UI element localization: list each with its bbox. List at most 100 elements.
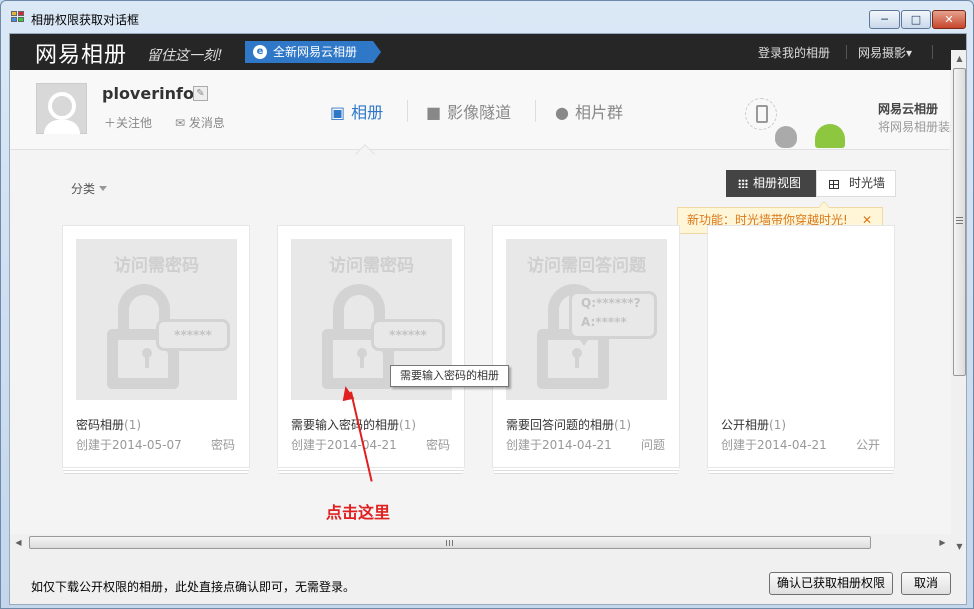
profile-bar: ploverinfo ✎ ＋关注他 ✉ 发消息 ▣ 相册 ■ 影像隧道 ● 相片群 网… xyxy=(10,70,962,150)
tab-label: 相册 xyxy=(351,103,384,122)
browser-content: 网易相册 留住这一刻! e 全新网易云相册 登录我的相册 网易摄影▾ plove… xyxy=(9,33,967,605)
dialog-window: 相册权限获取对话框 ─ □ ✕ 网易相册 留住这一刻! e 全新网易云相册 登录… xyxy=(0,0,974,609)
edit-icon[interactable]: ✎ xyxy=(193,86,208,101)
album-card[interactable]: 访问需密码 ****** 需要输入密码的相册(1) 创建于2014-04-21 … xyxy=(277,225,465,468)
album-cover-photo[interactable] xyxy=(721,239,882,400)
close-button[interactable]: ✕ xyxy=(932,10,966,29)
album-card[interactable]: 访问需回答问题 Q:******? A:***** 需要回答问题的相册(1) 创建… xyxy=(492,225,680,468)
cover-text: 访问需密码 xyxy=(329,256,414,276)
timeline-view-button[interactable]: 时光墙 xyxy=(816,170,896,197)
maximize-button[interactable]: □ xyxy=(901,10,931,29)
apple-icon xyxy=(775,126,797,148)
follow-button[interactable]: ＋关注他 xyxy=(104,114,152,131)
username[interactable]: ploverinfo xyxy=(102,84,194,103)
users-icon: ● xyxy=(555,103,569,122)
tab-divider xyxy=(407,100,408,122)
phone-icon xyxy=(745,98,777,130)
annotation-text: 点击这里 xyxy=(326,503,391,522)
album-name-text: 需要回答问题的相册 xyxy=(506,418,615,432)
message-button[interactable]: ✉ 发消息 xyxy=(175,114,225,131)
question-text: Q:******? xyxy=(581,296,641,310)
dialog-footer: 如仅下载公开权限的相册，此处直接点确认即可，无需登录。 确认已获取相册权限 取消 xyxy=(10,551,966,604)
horizontal-scroll-thumb[interactable] xyxy=(29,536,871,549)
cloud-album-title[interactable]: 网易云相册 xyxy=(878,100,938,117)
app-icon xyxy=(11,11,25,23)
site-slogan: 留住这一刻! xyxy=(147,48,223,64)
close-icon: ✕ xyxy=(944,13,954,26)
e-logo-icon: e xyxy=(253,45,267,59)
minimize-icon: ─ xyxy=(881,13,888,26)
album-view-label: 相册视图 xyxy=(753,176,802,190)
category-label: 分类 xyxy=(71,182,96,196)
envelope-icon: ✉ xyxy=(175,116,189,130)
avatar-body-icon xyxy=(44,120,80,134)
album-cover[interactable]: 访问需回答问题 Q:******? A:***** xyxy=(506,239,667,400)
album-card[interactable]: 公开相册(1) 创建于2014-04-21 公开 xyxy=(707,225,895,468)
album-date: 创建于2014-05-07 xyxy=(76,438,182,452)
album-date: 创建于2014-04-21 xyxy=(291,438,397,452)
footer-hint: 如仅下载公开权限的相册，此处直接点确认即可，无需登录。 xyxy=(31,580,356,594)
album-card[interactable]: 访问需密码 ****** 密码相册(1) 创建于2014-05-07 密码 xyxy=(62,225,250,468)
video-camera-icon: ■ xyxy=(426,103,442,122)
tab-label: 相片群 xyxy=(574,103,623,122)
album-type: 问题 xyxy=(640,438,665,452)
scroll-left-icon[interactable]: ◀ xyxy=(10,534,27,551)
album-type: 公开 xyxy=(855,438,880,452)
android-icon xyxy=(815,124,845,148)
tab-albums[interactable]: ▣ 相册 xyxy=(330,99,383,123)
album-name-text: 公开相册 xyxy=(721,418,770,432)
scroll-up-icon[interactable]: ▲ xyxy=(951,50,966,67)
password-bubble: ****** xyxy=(371,319,445,358)
image-icon: ▣ xyxy=(330,103,346,122)
avatar[interactable] xyxy=(36,83,87,134)
album-name[interactable]: 需要回答问题的相册(1) xyxy=(506,416,631,433)
answer-text: A:***** xyxy=(581,315,627,329)
album-cover[interactable]: 访问需密码 ****** xyxy=(76,239,237,400)
tooltip: 需要输入密码的相册 xyxy=(390,365,509,387)
album-count: (1) xyxy=(124,418,142,432)
cover-text: 访问需密码 xyxy=(114,256,199,276)
avatar-head-icon xyxy=(48,92,76,120)
calendar-icon xyxy=(829,180,839,189)
follow-label: 关注他 xyxy=(116,116,153,130)
scroll-right-icon[interactable]: ▶ xyxy=(934,534,951,551)
question-bubble: Q:******? A:***** xyxy=(569,291,657,346)
chevron-down-icon xyxy=(99,186,108,191)
vertical-scroll-thumb[interactable] xyxy=(953,68,966,376)
horizontal-scrollbar[interactable]: ◀ ▶ xyxy=(10,534,951,551)
new-cloud-album-label: 全新网易云相册 xyxy=(273,45,358,59)
album-count: (1) xyxy=(769,418,787,432)
tab-video-tunnel[interactable]: ■ 影像隧道 xyxy=(426,99,511,123)
header-divider xyxy=(932,45,933,59)
message-label: 发消息 xyxy=(188,116,225,130)
login-link[interactable]: 登录我的相册 xyxy=(758,44,830,61)
album-name-text: 需要输入密码的相册 xyxy=(291,418,400,432)
album-name[interactable]: 需要输入密码的相册(1) xyxy=(291,416,416,433)
album-name[interactable]: 密码相册(1) xyxy=(76,416,141,433)
album-name[interactable]: 公开相册(1) xyxy=(721,416,786,433)
new-cloud-album-button[interactable]: e 全新网易云相册 xyxy=(245,41,381,63)
album-date: 创建于2014-04-21 xyxy=(506,438,612,452)
tab-photo-group[interactable]: ● 相片群 xyxy=(555,99,623,123)
window-title: 相册权限获取对话框 xyxy=(31,13,140,27)
album-type: 密码 xyxy=(210,438,235,452)
cloud-album-subtitle: 将网易相册装进 xyxy=(878,120,963,134)
site-header: 网易相册 留住这一刻! e 全新网易云相册 登录我的相册 网易摄影▾ xyxy=(10,34,966,70)
album-view-button[interactable]: 相册视图 xyxy=(726,170,816,197)
timeline-view-label: 时光墙 xyxy=(849,176,886,190)
album-date: 创建于2014-04-21 xyxy=(721,438,827,452)
maximize-icon: □ xyxy=(910,13,922,26)
vertical-scrollbar[interactable]: ▲ ▼ xyxy=(951,50,966,555)
cancel-button[interactable]: 取消 xyxy=(901,572,951,595)
minimize-button[interactable]: ─ xyxy=(869,10,900,29)
grid-icon xyxy=(738,179,748,188)
title-bar[interactable]: 相册权限获取对话框 ─ □ ✕ xyxy=(1,1,973,33)
confirm-button[interactable]: 确认已获取相册权限 xyxy=(769,572,893,595)
site-logo[interactable]: 网易相册 xyxy=(35,37,127,69)
tab-divider xyxy=(535,100,536,122)
netease-photo-menu[interactable]: 网易摄影▾ xyxy=(858,44,912,61)
password-bubble: ****** xyxy=(156,319,230,358)
album-type: 密码 xyxy=(425,438,450,452)
category-dropdown[interactable]: 分类 xyxy=(71,180,108,197)
cover-text: 访问需回答问题 xyxy=(527,256,646,276)
